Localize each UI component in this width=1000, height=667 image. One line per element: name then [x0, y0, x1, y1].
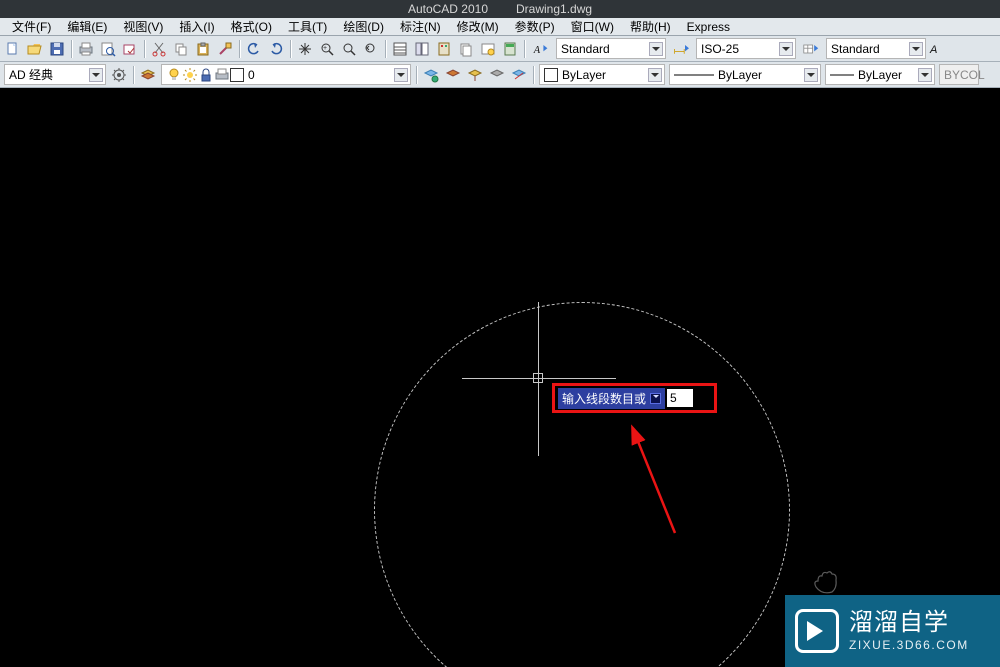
dynamic-input-field[interactable]: 5 [667, 389, 693, 407]
workspace-value: AD 经典 [9, 66, 53, 83]
matchprop-icon[interactable] [214, 38, 236, 60]
menu-modify[interactable]: 修改(M) [449, 18, 507, 35]
color-swatch [544, 68, 558, 82]
layerstate-icon[interactable] [420, 64, 442, 86]
lineweight-preview-icon [830, 71, 854, 79]
menu-view[interactable]: 视图(V) [115, 18, 171, 35]
menu-insert[interactable]: 插入(I) [171, 18, 222, 35]
toolbar-standard: + A Standard ISO-25 Standard A [0, 36, 1000, 62]
dimstyle-icon[interactable] [668, 38, 694, 60]
layeroff-icon[interactable] [486, 64, 508, 86]
bulb-icon [166, 67, 182, 83]
menu-help[interactable]: 帮助(H) [622, 18, 679, 35]
file-name: Drawing1.dwg [516, 2, 592, 16]
watermark: 溜溜自学 ZIXUE.3D66.COM [785, 595, 1000, 667]
drawing-canvas[interactable]: 输入线段数目或 5 溜溜自学 ZIXUE.3D66.COM [0, 88, 1000, 667]
properties-icon[interactable] [389, 38, 411, 60]
textstyle-select[interactable]: Standard [556, 38, 666, 59]
menu-tools[interactable]: 工具(T) [280, 18, 335, 35]
linetype-select[interactable]: ByLayer [669, 64, 821, 85]
layerprops-icon[interactable] [137, 64, 159, 86]
layer-name: 0 [248, 68, 255, 82]
layermatch-icon[interactable] [508, 64, 530, 86]
watermark-url: ZIXUE.3D66.COM [849, 639, 969, 652]
tablestyle-select[interactable]: Standard [826, 38, 926, 59]
sheetset-icon[interactable] [455, 38, 477, 60]
undo-icon[interactable] [243, 38, 265, 60]
paste-icon[interactable] [192, 38, 214, 60]
lineweight-select[interactable]: ByLayer [825, 64, 935, 85]
save-icon[interactable] [46, 38, 68, 60]
cut-icon[interactable] [148, 38, 170, 60]
color-select[interactable]: ByLayer [539, 64, 665, 85]
new-icon[interactable] [2, 38, 24, 60]
dynamic-input-highlight: 输入线段数目或 5 [552, 383, 717, 413]
style-more-icon[interactable]: A [928, 38, 942, 60]
preview-circle [374, 302, 790, 667]
menu-param[interactable]: 参数(P) [507, 18, 563, 35]
crosshair-pickbox [533, 373, 543, 383]
annotation-arrow [620, 423, 700, 543]
publish-icon[interactable] [119, 38, 141, 60]
menu-window[interactable]: 窗口(W) [563, 18, 622, 35]
workspace-gear-icon[interactable] [108, 64, 130, 86]
menu-bar: 文件(F) 编辑(E) 视图(V) 插入(I) 格式(O) 工具(T) 绘图(D… [0, 18, 1000, 36]
menu-edit[interactable]: 编辑(E) [59, 18, 115, 35]
layer-select[interactable]: 0 [161, 64, 411, 85]
textstyle-value: Standard [561, 42, 610, 56]
workspace-select[interactable]: AD 经典 [4, 64, 106, 85]
menu-format[interactable]: 格式(O) [223, 18, 280, 35]
plotstyle-value: BYCOL [944, 68, 985, 82]
zoom-window-icon[interactable] [338, 38, 360, 60]
svg-text:+: + [323, 45, 327, 52]
play-icon [795, 609, 839, 653]
dynamic-prompt-text: 输入线段数目或 [562, 390, 646, 407]
sun-icon [182, 67, 198, 83]
copy-icon[interactable] [170, 38, 192, 60]
preview-icon[interactable] [97, 38, 119, 60]
svg-text:A: A [533, 45, 541, 56]
textstyle-icon[interactable]: A [528, 38, 554, 60]
zoom-realtime-icon[interactable]: + [316, 38, 338, 60]
prompt-dropdown-icon[interactable] [650, 393, 661, 404]
markup-icon[interactable] [477, 38, 499, 60]
app-name: AutoCAD 2010 [408, 2, 488, 16]
menu-draw[interactable]: 绘图(D) [335, 18, 392, 35]
watermark-title: 溜溜自学 [849, 610, 969, 636]
layeriso-icon[interactable] [442, 64, 464, 86]
layer-color-swatch [230, 68, 244, 82]
redo-icon[interactable] [265, 38, 287, 60]
dynamic-prompt: 输入线段数目或 [558, 388, 665, 409]
open-icon[interactable] [24, 38, 46, 60]
dimstyle-select[interactable]: ISO-25 [696, 38, 796, 59]
lock-icon [198, 67, 214, 83]
linetype-preview-icon [674, 71, 714, 79]
color-value: ByLayer [562, 68, 606, 82]
layerfreeze-icon[interactable] [464, 64, 486, 86]
tablestyle-icon[interactable] [798, 38, 824, 60]
dimstyle-value: ISO-25 [701, 42, 739, 56]
linetype-value: ByLayer [718, 68, 762, 82]
toolpalette-icon[interactable] [433, 38, 455, 60]
zoom-prev-icon[interactable] [360, 38, 382, 60]
toolbar-layers: AD 经典 0 ByLayer ByLayer ByLayer BYCOL [0, 62, 1000, 88]
lineweight-value: ByLayer [858, 68, 902, 82]
svg-text:A: A [929, 44, 937, 56]
tablestyle-value: Standard [831, 42, 880, 56]
menu-express[interactable]: Express [679, 20, 738, 34]
cursor-ghost-icon [806, 567, 850, 597]
menu-dimension[interactable]: 标注(N) [392, 18, 449, 35]
plot-icon [214, 67, 230, 83]
pan-icon[interactable] [294, 38, 316, 60]
menu-file[interactable]: 文件(F) [4, 18, 59, 35]
title-bar: AutoCAD 2010 Drawing1.dwg [0, 0, 1000, 18]
designcenter-icon[interactable] [411, 38, 433, 60]
print-icon[interactable] [75, 38, 97, 60]
calc-icon[interactable] [499, 38, 521, 60]
plotstyle-select[interactable]: BYCOL [939, 64, 979, 85]
